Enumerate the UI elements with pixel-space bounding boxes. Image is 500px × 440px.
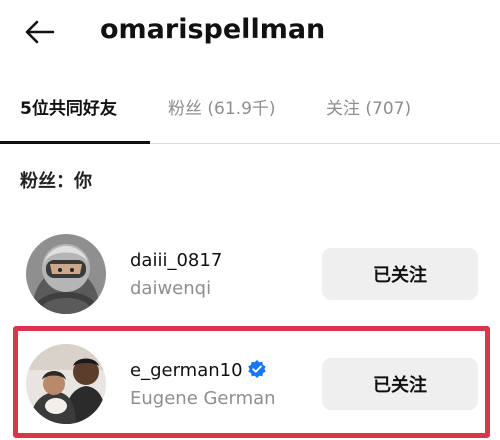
tab-bar: 5位共同好友 粉丝 (61.9千) 关注 (707) [0, 88, 500, 144]
list-item[interactable]: daiii_0817 daiwenqi 已关注 [0, 226, 500, 322]
avatar[interactable] [26, 344, 106, 424]
tab-followers[interactable]: 粉丝 (61.9千) [168, 96, 276, 122]
verified-badge-icon [247, 360, 266, 378]
following-button[interactable]: 已关注 [322, 358, 478, 410]
profile-username: omarispellman [100, 14, 326, 45]
avatar-image [26, 344, 106, 424]
user-username[interactable]: e_german10 [130, 358, 267, 384]
user-username[interactable]: daiii_0817 [130, 248, 222, 274]
active-tab-indicator [0, 141, 150, 144]
list-item[interactable]: e_german10 Eugene German 已关注 [0, 336, 500, 432]
user-fullname: daiwenqi [130, 278, 212, 299]
section-title: 粉丝：你 [20, 171, 92, 192]
following-button[interactable]: 已关注 [322, 248, 478, 300]
top-bar: omarispellman [0, 0, 500, 64]
avatar[interactable] [26, 234, 106, 314]
tab-following[interactable]: 关注 (707) [326, 96, 411, 122]
tab-mutual-friends[interactable]: 5位共同好友 [20, 96, 117, 122]
arrow-left-icon [25, 20, 55, 44]
user-fullname: Eugene German [130, 388, 276, 409]
back-button[interactable] [22, 14, 58, 50]
avatar-image [26, 234, 106, 314]
